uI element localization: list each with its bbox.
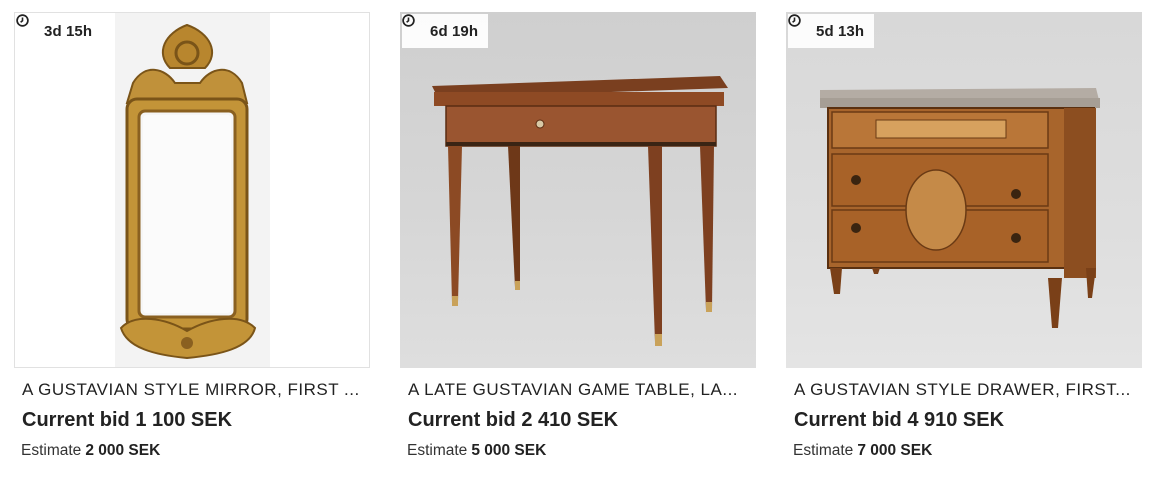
auction-lot-grid: 3d 15h A GUSTAVIAN STYLE MIRROR, FIRST .… [0,0,1156,487]
time-left-text: 3d 15h [44,22,93,40]
mirror-image [115,13,270,367]
time-left-text: 5d 13h [816,22,865,40]
lot-image[interactable]: 6d 19h [400,12,756,368]
clock-icon [788,14,810,38]
lot-title[interactable]: A GUSTAVIAN STYLE DRAWER, FIRST... [794,380,1136,404]
lot-title[interactable]: A GUSTAVIAN STYLE MIRROR, FIRST ... [22,380,364,404]
estimate-value: 5 000 SEK [471,442,547,459]
lot-image[interactable]: 3d 15h [14,12,370,368]
game-table-image [432,76,728,346]
estimate: Estimate 5 000 SEK [407,442,546,460]
estimate-label: Estimate [793,442,854,459]
estimate: Estimate 2 000 SEK [21,442,160,460]
estimate-label: Estimate [407,442,468,459]
lot-title[interactable]: A LATE GUSTAVIAN GAME TABLE, LA... [408,380,750,404]
lot-card-mirror[interactable]: 3d 15h A GUSTAVIAN STYLE MIRROR, FIRST .… [14,12,370,482]
clock-icon [16,14,38,38]
lot-card-drawer[interactable]: 5d 13h A GUSTAVIAN STYLE DRAWER, FIRST..… [786,12,1142,482]
lot-image[interactable]: 5d 13h [786,12,1142,368]
estimate-value: 2 000 SEK [85,442,161,459]
time-left-badge: 3d 15h [16,14,103,48]
time-left-badge: 6d 19h [402,14,489,48]
lot-card-game-table[interactable]: 6d 19h A LATE GUSTAVIAN GAME TABLE, LA..… [400,12,756,482]
current-bid: Current bid 1 100 SEK [22,409,233,431]
time-left-badge: 5d 13h [788,14,875,48]
clock-icon [402,14,424,38]
estimate-label: Estimate [21,442,82,459]
current-bid: Current bid 2 410 SEK [408,409,619,431]
commode-image [820,88,1100,328]
estimate: Estimate 7 000 SEK [793,442,932,460]
estimate-value: 7 000 SEK [857,442,933,459]
current-bid: Current bid 4 910 SEK [794,409,1005,431]
time-left-text: 6d 19h [430,22,479,40]
